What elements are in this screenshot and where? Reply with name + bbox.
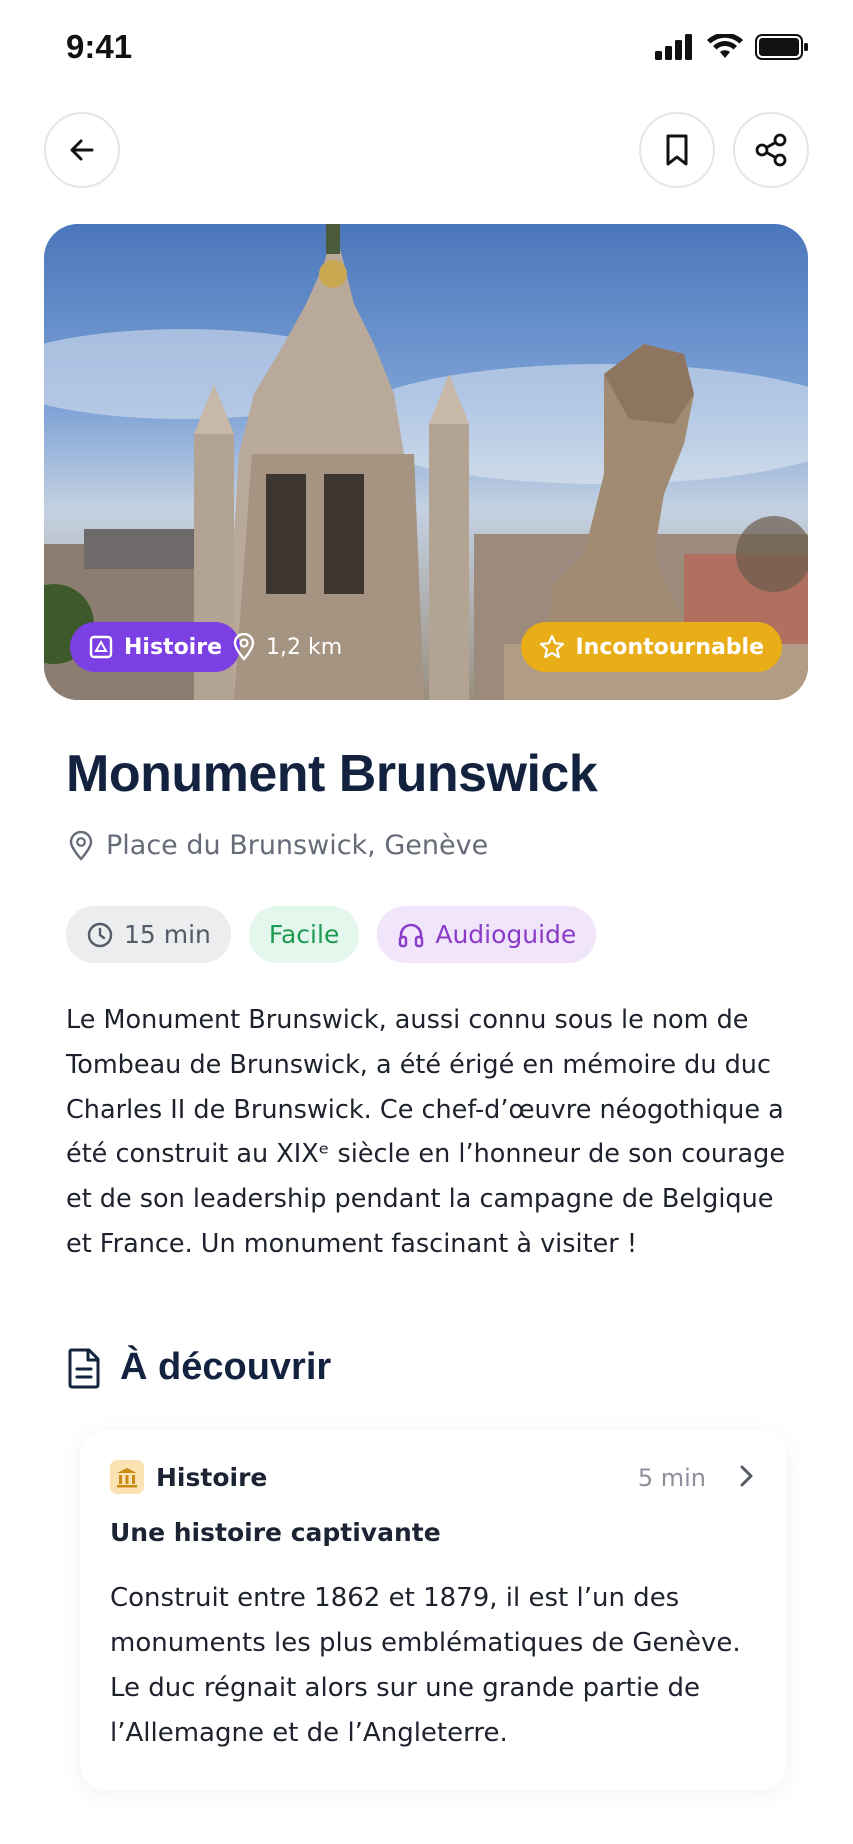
share-icon <box>755 133 787 167</box>
signal-icon <box>655 34 692 60</box>
battery-icon <box>755 34 808 60</box>
status-icons <box>655 34 809 60</box>
status-bar: 9:41 <box>0 0 853 100</box>
bookmark-icon <box>666 134 688 166</box>
bookmark-button[interactable] <box>639 112 715 188</box>
share-button[interactable] <box>733 112 809 188</box>
duration-tag: 15 min <box>66 906 231 963</box>
audioguide-tag[interactable]: Audioguide <box>377 906 597 963</box>
duration-tag-label: 15 min <box>124 920 211 949</box>
back-button[interactable] <box>44 112 120 188</box>
address[interactable]: Place du Brunswick, Genève <box>68 830 488 861</box>
difficulty-tag: Facile <box>248 906 360 963</box>
must-see-chip: Incontournable <box>521 622 782 672</box>
card-category: Histoire <box>110 1460 267 1494</box>
audioguide-tag-label: Audioguide <box>435 920 577 949</box>
museum-icon <box>110 1460 144 1494</box>
discover-heading-text: À découvrir <box>120 1346 332 1388</box>
museum-book-icon <box>89 635 113 659</box>
distance-chip-label: 1,2 km <box>266 634 343 660</box>
status-time: 9:41 <box>66 28 133 65</box>
card-category-label: Histoire <box>156 1462 268 1492</box>
star-icon <box>540 634 565 659</box>
chevron-right-icon[interactable] <box>732 1462 760 1490</box>
headphones-icon <box>399 923 424 947</box>
address-text: Place du Brunswick, Genève <box>106 830 489 861</box>
card-text: Construit entre 1862 et 1879, il est l’u… <box>110 1583 741 1748</box>
location-pin-icon <box>69 830 93 861</box>
description: Le Monument Brunswick, aussi connu sous … <box>66 1005 786 1259</box>
must-see-chip-label: Incontournable <box>575 634 764 660</box>
document-icon <box>68 1348 100 1388</box>
discover-card[interactable]: Histoire 5 min Une histoire captivante C… <box>80 1430 786 1790</box>
distance-chip: 1,2 km <box>214 622 360 672</box>
clock-icon <box>87 922 113 947</box>
category-chip-label: Histoire <box>124 634 222 660</box>
tag-row: 15 min Facile Audioguide <box>66 906 597 963</box>
difficulty-tag-label: Facile <box>268 920 340 949</box>
hero-image: Histoire 1,2 km Incontournable <box>44 224 808 700</box>
wifi-icon <box>707 34 743 58</box>
location-pin-icon <box>233 633 255 661</box>
page-title: Monument Brunswick <box>66 745 598 803</box>
card-subtitle: Une histoire captivante <box>110 1518 441 1547</box>
discover-heading: À découvrir <box>66 1346 331 1389</box>
back-arrow-icon <box>70 139 94 161</box>
card-duration: 5 min <box>637 1464 706 1492</box>
